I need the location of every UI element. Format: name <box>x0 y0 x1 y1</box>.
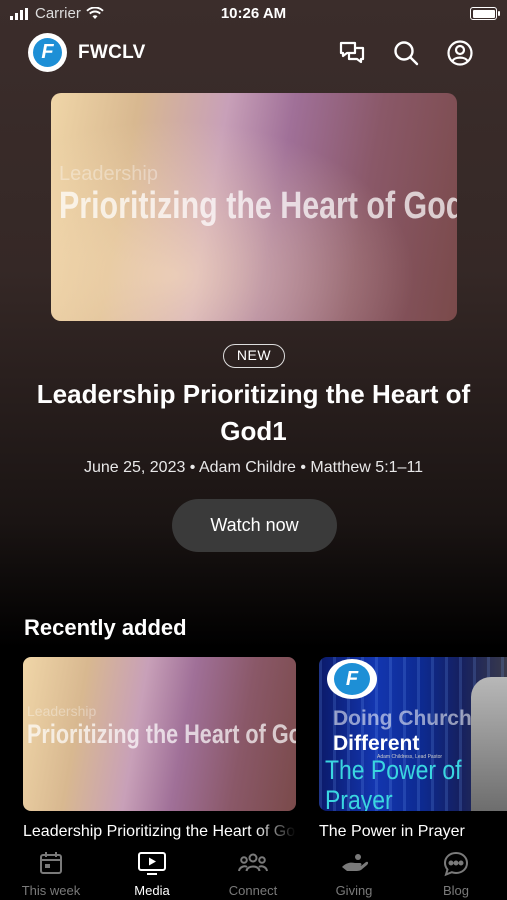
app-header: F FWCLV <box>0 32 507 76</box>
giving-hand-icon <box>342 854 369 871</box>
people-icon <box>238 853 268 872</box>
tab-label: Blog <box>442 883 470 898</box>
tab-label: Connect <box>228 883 278 898</box>
tab-label: Media <box>134 883 170 898</box>
watch-now-button[interactable]: Watch now <box>172 499 337 552</box>
status-bar: Carrier 10:26 AM <box>0 0 507 28</box>
church-logo: F <box>327 659 377 699</box>
media-card-label: Leadership Prioritizing the Heart of God… <box>23 823 296 840</box>
profile-icon[interactable] <box>446 39 474 67</box>
tv-play-icon <box>138 852 166 875</box>
app-logo[interactable]: F <box>28 33 67 72</box>
new-badge: NEW <box>223 344 285 368</box>
thumbnail-line-3: The Power of <box>325 755 462 785</box>
thumbnail-title: Prioritizing the Heart of God <box>27 719 296 749</box>
search-icon[interactable] <box>392 39 420 67</box>
media-card[interactable]: F Doing Church Different Adam Childress,… <box>319 657 507 841</box>
speaker-figure <box>471 677 507 811</box>
media-card[interactable]: Leadership Prioritizing the Heart of God… <box>23 657 296 841</box>
media-card-thumbnail[interactable]: F Doing Church Different Adam Childress,… <box>319 657 507 811</box>
status-time: 10:26 AM <box>220 5 287 22</box>
battery-icon <box>470 7 500 20</box>
media-card-label: The Power in Prayer <box>319 823 465 840</box>
logo-letter: F <box>33 38 62 67</box>
hero-thumbnail[interactable]: Leadership Prioritizing the Heart of God <box>51 93 457 321</box>
hero-title[interactable]: Leadership Prioritizing the Heart of God… <box>30 376 477 450</box>
hero-image-subtitle: Leadership <box>59 163 158 185</box>
hero-meta: June 25, 2023 • Adam Childre • Matthew 5… <box>83 459 424 476</box>
tab-this-week[interactable]: This week <box>1 845 101 900</box>
calendar-icon <box>40 852 62 874</box>
thumbnail-line-2: Different <box>333 732 420 755</box>
thumbnail-line-1: Doing Church <box>333 707 472 730</box>
tab-label: Giving <box>335 883 373 898</box>
section-title: Recently added <box>24 615 187 640</box>
tab-bar: This week Media Connect Giving Blog <box>0 845 507 900</box>
thumbnail-line-4: Prayer <box>325 785 393 811</box>
thumbnail-subtitle: Leadership <box>27 703 97 719</box>
tab-blog[interactable]: Blog <box>406 845 506 900</box>
tab-label: This week <box>21 883 81 898</box>
hero-image-title: Prioritizing the Heart of God <box>59 185 457 227</box>
tab-giving[interactable]: Giving <box>304 845 404 900</box>
messages-icon[interactable] <box>338 39 366 67</box>
media-card-thumbnail[interactable]: Leadership Prioritizing the Heart of God <box>23 657 296 811</box>
chat-bubble-icon <box>443 851 469 877</box>
app-title: FWCLV <box>78 42 146 63</box>
tab-connect[interactable]: Connect <box>203 845 303 900</box>
tab-media[interactable]: Media <box>102 845 202 900</box>
